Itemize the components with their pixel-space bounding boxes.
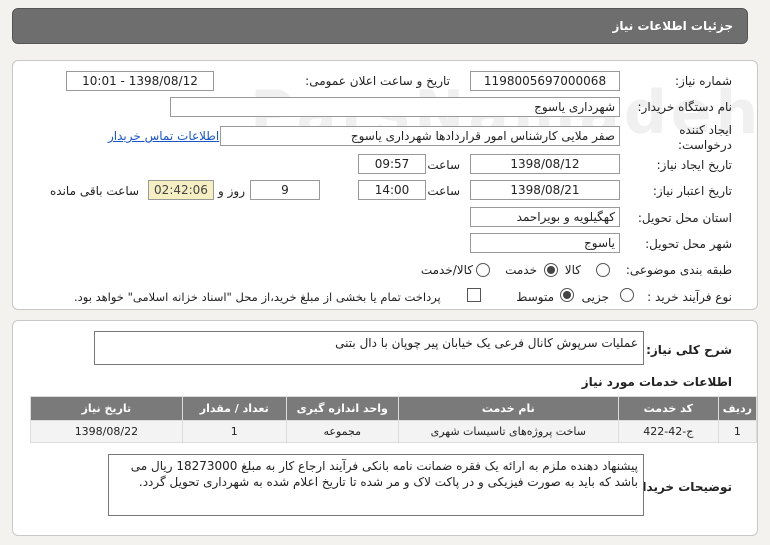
- validity-time-label: ساعت: [427, 184, 460, 198]
- table-row[interactable]: 1 ج-42-422 ساخت پروژه‌های تاسیسات شهری م…: [30, 420, 758, 443]
- cell-unit: مجموعه: [285, 420, 399, 443]
- category-goods-label: کالا: [564, 263, 581, 277]
- process-medium-radio[interactable]: [560, 288, 574, 302]
- cell-quantity: 1: [181, 420, 287, 443]
- buyer-org-field[interactable]: شهرداری یاسوج: [170, 97, 620, 117]
- buyer-notes-box[interactable]: پیشنهاد دهنده ملزم به ارائه یک فقره ضمان…: [108, 454, 644, 516]
- column-need-date: تاریخ نیاز: [30, 396, 183, 421]
- created-time-label: ساعت: [427, 158, 460, 172]
- validity-label: تاریخ اعتبار نیاز:: [652, 184, 732, 198]
- process-minor-label: جزیی: [581, 290, 609, 304]
- city-field[interactable]: یاسوج: [470, 233, 620, 253]
- created-time-field[interactable]: 09:57: [358, 154, 426, 174]
- category-service-radio[interactable]: [544, 263, 558, 277]
- category-label: طبقه بندی موضوعی:: [625, 263, 732, 277]
- services-table-header: ردیف کد خدمت نام خدمت واحد اندازه گیری ت…: [30, 396, 758, 421]
- cell-row-number: 1: [717, 420, 758, 443]
- creator-label: ایجاد کننده درخواست:: [678, 123, 732, 152]
- validity-time-field[interactable]: 14:00: [358, 180, 426, 200]
- buyer-org-label: نام دستگاه خریدار:: [637, 100, 733, 114]
- need-number-field[interactable]: 1198005697000068: [470, 71, 620, 91]
- column-row-number: ردیف: [717, 396, 758, 421]
- treasury-payment-checkbox[interactable]: [467, 288, 481, 302]
- buyer-notes-label: توضیحات خریدار:: [630, 480, 732, 494]
- page-title: جزئیات اطلاعات نیاز: [612, 19, 733, 33]
- category-goods-service-radio[interactable]: [476, 263, 490, 277]
- column-service-name: نام خدمت: [397, 396, 619, 421]
- announce-field[interactable]: 1398/08/12 - 10:01: [66, 71, 214, 91]
- province-label: استان محل تحویل:: [637, 211, 732, 225]
- province-field[interactable]: کهگیلویه و بویراحمد: [470, 207, 620, 227]
- summary-label: شرح کلی نیاز:: [646, 343, 732, 357]
- category-goods-radio[interactable]: [596, 263, 610, 277]
- column-service-code: کد خدمت: [617, 396, 719, 421]
- summary-text-box[interactable]: عملیات سرپوش کانال فرعی یک خیابان پیر چو…: [94, 331, 644, 365]
- creator-field[interactable]: صفر ملایی کارشناس امور قراردادها شهرداری…: [220, 126, 620, 146]
- treasury-payment-text: پرداخت تمام یا بخشی از مبلغ خرید،از محل …: [74, 290, 441, 304]
- remaining-time-field: 02:42:06: [148, 180, 214, 200]
- created-date-label: تاریخ ایجاد نیاز:: [656, 158, 732, 172]
- category-service-label: خدمت: [505, 263, 537, 277]
- column-quantity: تعداد / مقدار: [181, 396, 287, 421]
- cell-service-name: ساخت پروژه‌های تاسیسات شهری: [397, 420, 619, 443]
- services-table: ردیف کد خدمت نام خدمت واحد اندازه گیری ت…: [30, 396, 758, 443]
- validity-date-field[interactable]: 1398/08/21: [470, 180, 620, 200]
- process-minor-radio[interactable]: [620, 288, 634, 302]
- announce-label: تاریخ و ساعت اعلان عمومی:: [305, 74, 450, 88]
- remaining-label: ساعت باقی مانده: [50, 184, 140, 198]
- cell-need-date: 1398/08/22: [30, 420, 183, 443]
- page-header: جزئیات اطلاعات نیاز: [12, 8, 748, 44]
- contact-buyer-link[interactable]: اطلاعات تماس خریدار: [108, 129, 219, 143]
- city-label: شهر محل تحویل:: [645, 237, 732, 251]
- process-medium-label: متوسط: [516, 290, 554, 304]
- process-label: نوع فرآیند خرید :: [647, 290, 732, 304]
- services-title: اطلاعات خدمات مورد نیاز: [581, 375, 732, 389]
- days-field[interactable]: 9: [250, 180, 320, 200]
- need-number-label: شماره نیاز:: [675, 74, 732, 88]
- cell-service-code: ج-42-422: [617, 420, 719, 443]
- category-goods-service-label: کالا/خدمت: [420, 263, 473, 277]
- created-date-field[interactable]: 1398/08/12: [470, 154, 620, 174]
- days-label: روز و: [218, 184, 245, 198]
- column-unit: واحد اندازه گیری: [285, 396, 399, 421]
